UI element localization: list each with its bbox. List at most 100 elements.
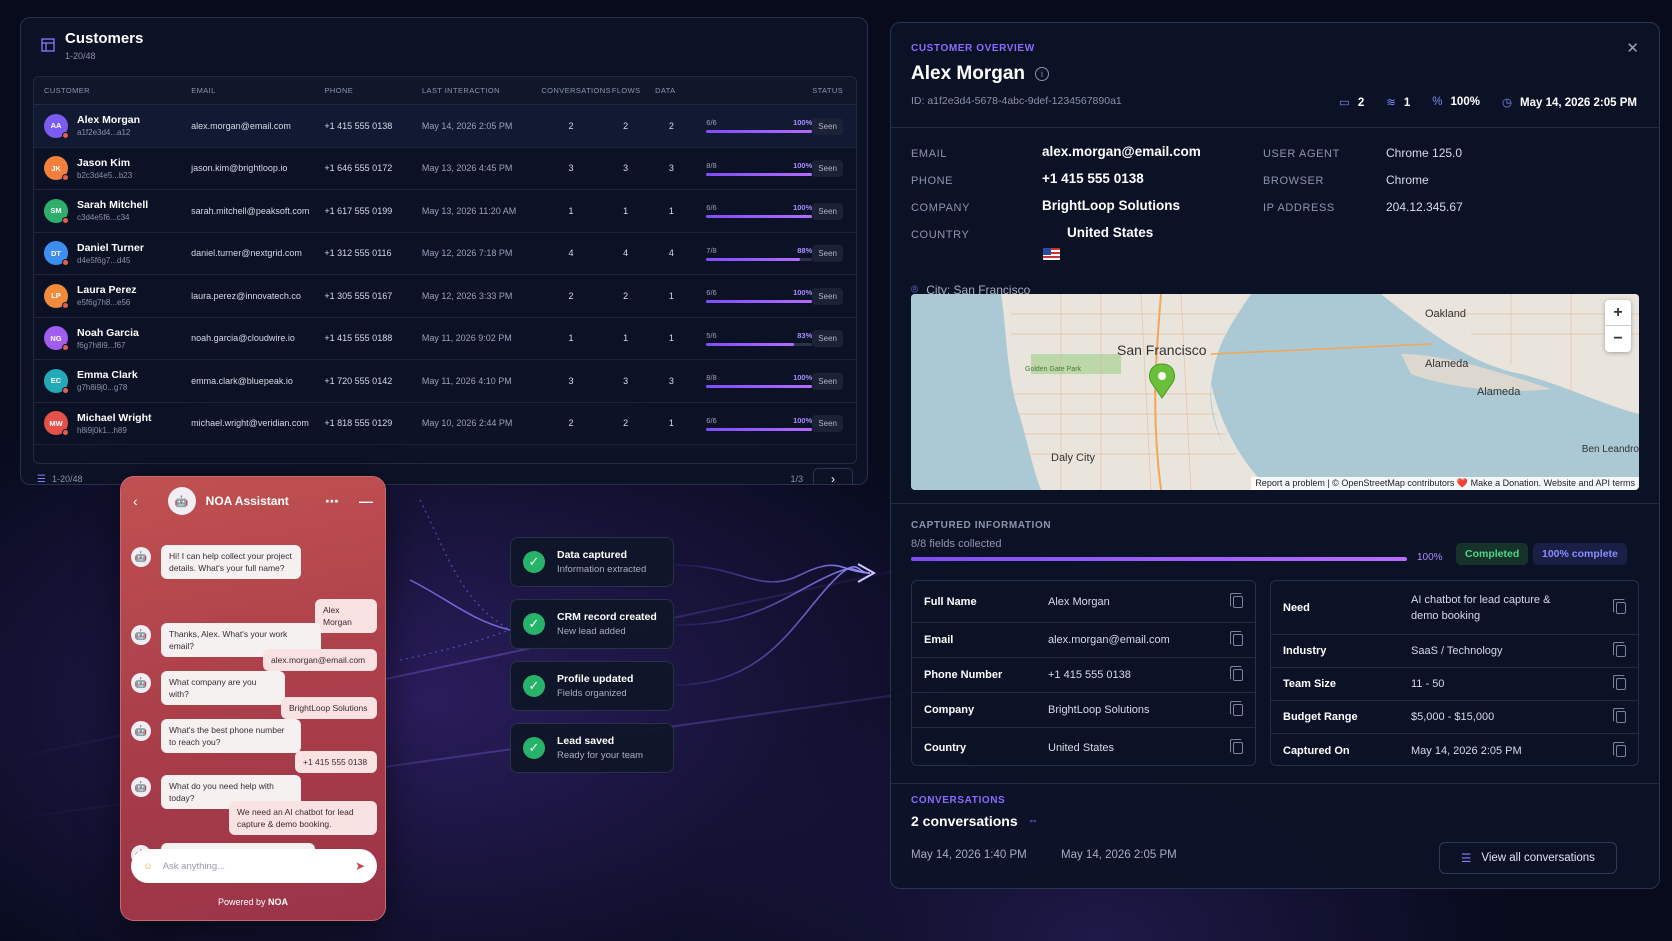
table-row[interactable]: MW Michael Wright h8i9j0k1...h89 michael.wr… <box>34 403 856 445</box>
map-label: Daly City <box>1051 452 1096 464</box>
minimize-icon[interactable]: — <box>359 493 373 509</box>
column-header[interactable]: STATUS <box>812 86 856 95</box>
next-page-button[interactable]: › <box>813 468 853 484</box>
data-progress: 8/8 100% <box>692 373 813 389</box>
back-icon[interactable]: ‹ <box>133 493 138 509</box>
user-message: +1 415 555 0138 <box>295 751 377 773</box>
copy-icon[interactable] <box>1230 592 1243 608</box>
zoom-in-button[interactable]: + <box>1605 300 1631 326</box>
column-header[interactable]: PHONE <box>325 86 422 95</box>
avatar: NG <box>44 326 69 352</box>
table-row[interactable]: EC Emma Clark g7h8i9j0...g78 emma.clark@blu… <box>34 360 856 403</box>
more-options-icon[interactable]: ⋯ <box>325 493 339 510</box>
customer-email: michael.wright@veridian.com <box>191 418 309 429</box>
customers-title: Customers <box>65 30 144 47</box>
customer-name: Alex Morgan <box>911 63 1026 84</box>
stat-conversations: 2 <box>1357 97 1365 109</box>
field-value: May 14, 2026 2:05 PM <box>1411 744 1522 757</box>
info-icon[interactable]: i <box>1035 67 1050 81</box>
view-all-conversations-button[interactable]: ☰ View all conversations <box>1439 842 1617 874</box>
field-label: Phone Number <box>924 669 1003 681</box>
step-subtitle: Fields organized <box>557 688 627 699</box>
location-map[interactable]: San Francisco Oakland Alameda Alameda Da… <box>911 294 1639 490</box>
customer-id: g7h8i9j0...g78 <box>77 383 128 393</box>
table-row[interactable]: LP Laura Perez e5f6g7h8...e56 laura.perez@i… <box>34 275 856 318</box>
conversations-count: 1 <box>568 205 574 216</box>
copy-icon[interactable] <box>1230 738 1243 754</box>
info-label: IP ADDRESS <box>1263 202 1335 214</box>
customer-name: Daniel Turner <box>77 241 144 254</box>
table-row[interactable]: NG Noah Garcia f6g7h8i9...f67 noah.garcia@c… <box>34 318 856 360</box>
data-fill <box>706 427 813 431</box>
flows-count: 2 <box>623 290 629 301</box>
send-icon[interactable]: ➤ <box>355 859 365 873</box>
close-icon[interactable]: ✕ <box>1626 39 1639 57</box>
check-icon: ✓ <box>523 551 545 573</box>
chat-input-placeholder: Ask anything... <box>162 860 226 872</box>
column-header[interactable]: DATA <box>651 86 812 95</box>
check-icon: ✓ <box>523 675 545 697</box>
zoom-out-button[interactable]: − <box>1605 326 1631 352</box>
copy-icon[interactable] <box>1613 741 1626 757</box>
data-pct: 100% <box>793 203 813 213</box>
copy-icon[interactable] <box>1613 708 1626 723</box>
percent-icon: % <box>1432 96 1443 108</box>
table-row[interactable]: DT Daniel Turner d4e5f6g7...d45 daniel.turn… <box>34 233 856 275</box>
field-value: United States <box>1048 741 1115 754</box>
map-label: San Francisco <box>1117 342 1207 358</box>
map-attribution[interactable]: Report a problem | © OpenStreetMap contr… <box>1251 477 1639 490</box>
data-progress: 6/6 100% <box>692 118 813 134</box>
customer-email: noah.garcia@cloudwire.io <box>191 333 295 344</box>
field-label: Industry <box>1283 645 1327 657</box>
customer-id: c3d4e5f6...c34 <box>77 213 130 223</box>
stats-bar: ▭ 2 ≋ 1 % 100% ◷ May 14, 2026 2:05 PM <box>1339 95 1637 109</box>
table-row[interactable]: AA Alex Morgan a1f2e3d4...a12 alex.morgan@e… <box>34 105 856 148</box>
copy-icon[interactable] <box>1230 701 1243 716</box>
chat-input[interactable]: ☺ Ask anything... ➤ <box>131 849 377 883</box>
field-label: Email <box>924 634 954 646</box>
copy-icon[interactable] <box>1613 675 1626 690</box>
field-label: Company <box>924 704 975 716</box>
table-row[interactable]: SM Sarah Mitchell c3d4e5f6...c34 sarah.mitc… <box>34 190 856 233</box>
data-count: 8/8 <box>706 160 717 170</box>
status-badge: Seen <box>812 372 843 390</box>
customer-name: Emma Clark <box>77 369 138 382</box>
info-label: COUNTRY <box>911 229 970 241</box>
data-count: 8/8 <box>706 373 717 383</box>
zoom-controls: + − <box>1605 300 1631 352</box>
last-interaction: May 13, 2026 4:45 PM <box>421 163 513 174</box>
status-badge: Seen <box>812 287 843 305</box>
pipeline-step: ✓ Profile updated Fields organized <box>510 661 674 711</box>
copy-icon[interactable] <box>1230 666 1243 681</box>
conversation-date[interactable]: May 14, 2026 2:05 PM <box>1061 849 1177 861</box>
copy-icon[interactable] <box>1613 642 1626 657</box>
captured-field: Industry SaaS / Technology <box>1271 635 1638 668</box>
pipeline-step: ✓ CRM record created New lead added <box>510 599 674 649</box>
map-label: Oakland <box>1425 308 1466 320</box>
link-icon[interactable]: ⇔ <box>1028 815 1039 827</box>
info-label: EMAIL <box>911 148 948 160</box>
table-icon <box>41 38 55 52</box>
column-header[interactable]: CONVERSATIONS <box>541 86 610 95</box>
column-header[interactable]: EMAIL <box>191 86 324 95</box>
flows-count: 4 <box>623 248 629 259</box>
customer-id: e5f6g7h8...e56 <box>77 298 131 308</box>
column-header[interactable]: LAST INTERACTION <box>422 86 541 95</box>
column-header[interactable]: FLOWS <box>601 86 651 95</box>
data-count: 6/6 <box>706 203 717 213</box>
conversation-date[interactable]: May 14, 2026 1:40 PM <box>911 849 1027 861</box>
stat-completion: 100% <box>1450 96 1480 108</box>
emoji-icon[interactable]: ☺ <box>143 861 153 872</box>
status-badge: Seen <box>812 202 843 220</box>
robot-avatar-icon: 🤖 <box>131 547 151 567</box>
step-title: Profile updated <box>557 673 634 685</box>
copy-icon[interactable] <box>1613 598 1626 614</box>
bot-message: What's the best phone number to reach yo… <box>161 719 301 753</box>
table-row[interactable]: JK Jason Kim b2c3d4e5...b23 jason.kim@brigh… <box>34 148 856 190</box>
field-value: $5,000 - $15,000 <box>1411 711 1495 723</box>
field-value: AI chatbot for lead capture & demo booki… <box>1411 593 1551 622</box>
flows-count: 3 <box>623 163 629 174</box>
copy-icon[interactable] <box>1230 631 1243 646</box>
column-header[interactable]: CUSTOMER <box>34 86 191 95</box>
captured-progress-fill <box>911 557 1407 561</box>
